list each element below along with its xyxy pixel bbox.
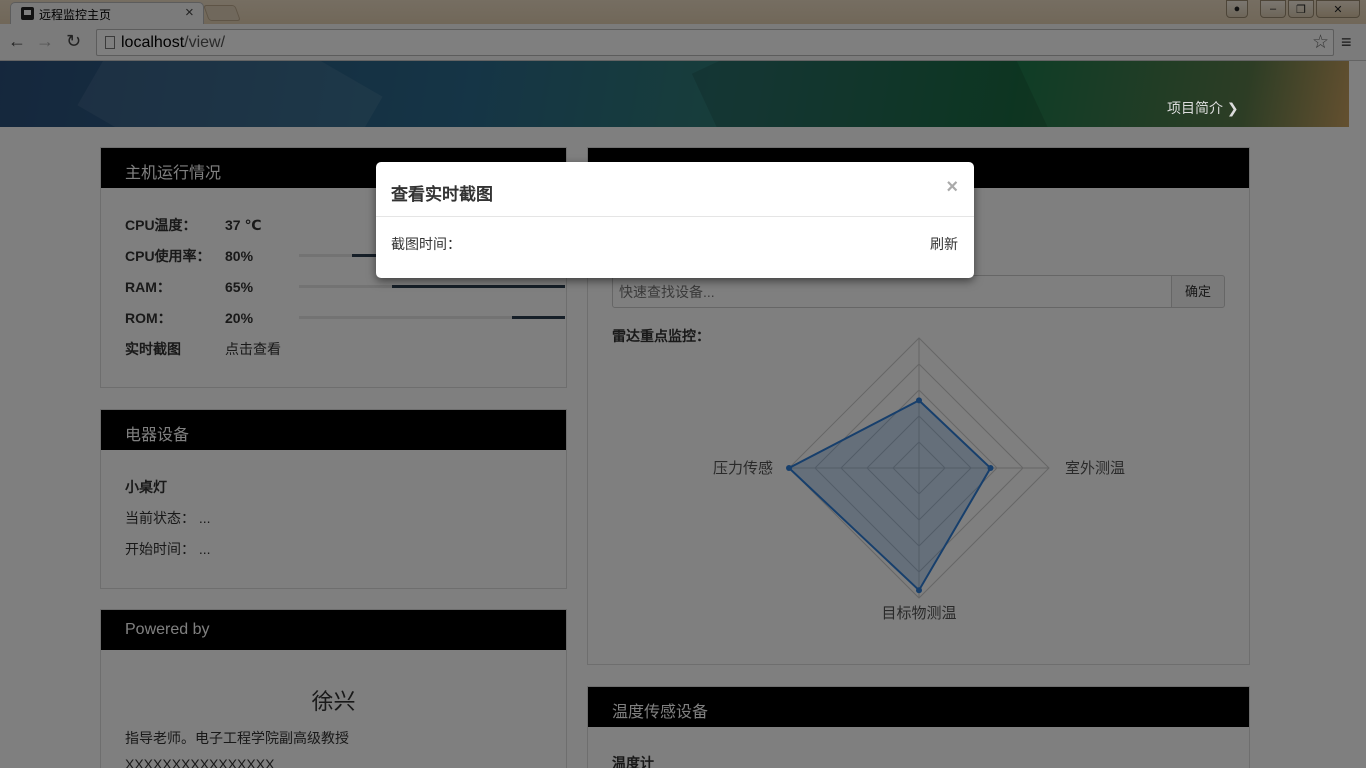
screenshot-modal: 查看实时截图 × 截图时间： 刷新	[376, 162, 974, 278]
refresh-link[interactable]: 刷新	[930, 234, 958, 254]
project-intro-link[interactable]: 项目简介 ❯	[1167, 98, 1239, 118]
modal-body: 截图时间： 刷新	[376, 217, 974, 277]
modal-header: 查看实时截图 ×	[376, 162, 974, 217]
modal-title: 查看实时截图	[391, 185, 493, 204]
modal-close-icon[interactable]: ×	[946, 176, 958, 199]
modal-backdrop[interactable]	[0, 0, 1366, 768]
screenshot-time-label: 截图时间：	[391, 236, 461, 252]
